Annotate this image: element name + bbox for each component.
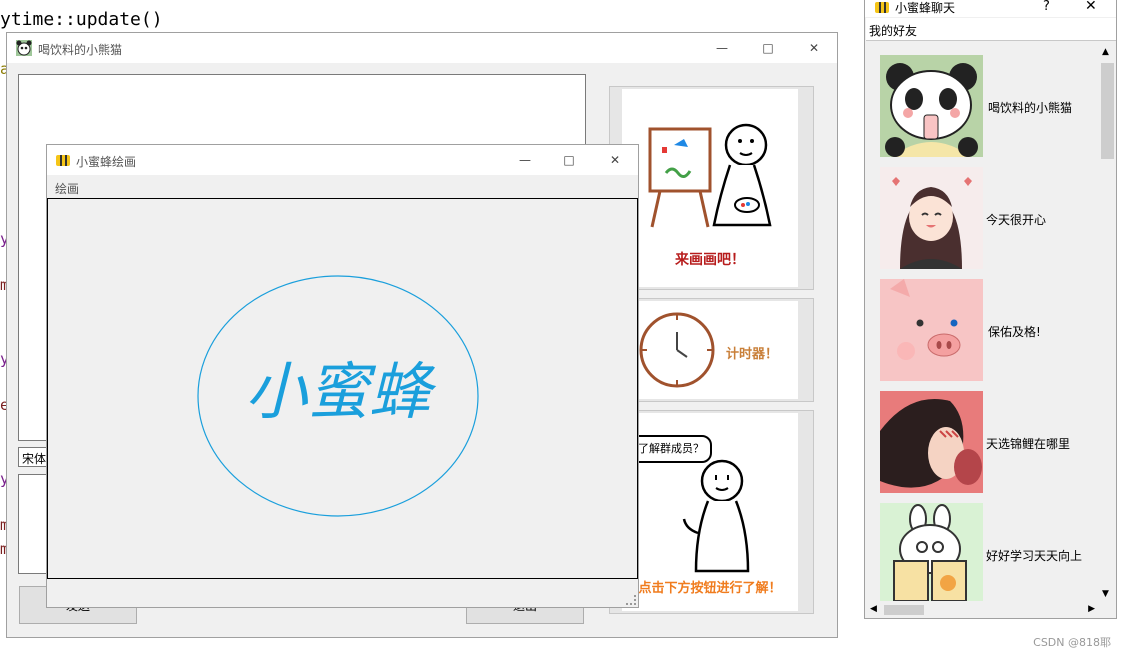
friends-header: 我的好友 [866, 18, 1116, 41]
vertical-scrollbar[interactable]: ▲ ▼ [1099, 45, 1116, 601]
panda-icon [16, 40, 32, 56]
koi-avatar [880, 391, 983, 493]
friend-item[interactable]: 今天很开心 [866, 167, 1099, 271]
girl-avatar [880, 167, 983, 269]
draw-card-caption: 来画画吧！ [675, 252, 745, 268]
friends-titlebar[interactable]: 小蜜蜂聊天 ? ✕ [865, 0, 1116, 17]
chat-titlebar[interactable]: 喝饮料的小熊猫 — □ ✕ [7, 33, 837, 63]
paint-canvas[interactable]: 小蜜蜂 [47, 198, 638, 579]
scroll-left-icon[interactable]: ◀ [870, 604, 877, 614]
bee-icon [55, 152, 71, 168]
bunny-avatar [880, 503, 983, 601]
paint-titlebar[interactable]: 小蜜蜂绘画 — □ ✕ [47, 145, 638, 175]
canvas-text: 小蜜蜂 [244, 355, 431, 428]
panda-avatar [880, 55, 983, 157]
scroll-right-icon[interactable]: ▶ [1088, 604, 1095, 614]
paint-maximize-button[interactable]: □ [546, 145, 592, 175]
scroll-thumb[interactable] [1101, 63, 1114, 159]
paint-close-button[interactable]: ✕ [592, 145, 638, 175]
timer-card-caption: 计时器！ [726, 347, 779, 362]
friend-name: 喝饮料的小熊猫 [988, 101, 1073, 115]
paint-minimize-button[interactable]: — [502, 145, 548, 175]
draw-card-image: 来画画吧！ [622, 89, 798, 287]
horizontal-scrollbar[interactable]: ◀ ▶ [866, 602, 1099, 618]
members-card-image: 想要了解群成员？ 点击下方按钮进行了解！ [622, 413, 798, 611]
bee-icon [874, 0, 890, 15]
paint-window: 小蜜蜂绘画 — □ ✕ 绘画 小蜜蜂 [46, 144, 639, 608]
members-card-caption: 点击下方按钮进行了解！ [638, 581, 782, 596]
friend-name: 好好学习天天向上 [986, 549, 1083, 563]
friend-name: 今天很开心 [986, 213, 1047, 227]
friends-header-label: 我的好友 [869, 24, 918, 38]
friend-item[interactable]: 天选锦鲤在哪里 [866, 391, 1099, 495]
scroll-up-icon[interactable]: ▲ [1102, 47, 1109, 57]
timer-card[interactable]: 计时器！ [609, 298, 814, 402]
scroll-down-icon[interactable]: ▼ [1102, 589, 1109, 599]
draw-card[interactable]: 来画画吧！ [609, 86, 814, 290]
timer-card-image: 计时器！ [622, 301, 798, 399]
friends-window-title: 小蜜蜂聊天 [895, 1, 956, 15]
resize-grip-icon[interactable] [626, 595, 636, 605]
close-button[interactable]: ✕ [791, 33, 837, 63]
code-line: ytime::update() [0, 9, 163, 30]
h-scroll-thumb[interactable] [884, 605, 924, 615]
paint-menu[interactable]: 绘画 [55, 180, 79, 197]
friend-item[interactable]: 喝饮料的小熊猫 [866, 55, 1099, 159]
members-card[interactable]: 想要了解群成员？ 点击下方按钮进行了解！ [609, 410, 814, 614]
friends-close-button[interactable]: ✕ [1085, 0, 1097, 14]
chat-window-title: 喝饮料的小熊猫 [38, 43, 123, 57]
friends-window: 小蜜蜂聊天 ? ✕ 我的好友 喝饮料的小熊猫 今天很开心 保佑及格! 天选锦鲤在… [864, 0, 1117, 619]
help-button[interactable]: ? [1043, 0, 1050, 14]
friend-name: 天选锦鲤在哪里 [986, 437, 1071, 451]
friend-name: 保佑及格! [988, 325, 1041, 339]
friend-item[interactable]: 保佑及格! [866, 279, 1099, 383]
paint-window-title: 小蜜蜂绘画 [76, 155, 137, 169]
friends-list[interactable]: 喝饮料的小熊猫 今天很开心 保佑及格! 天选锦鲤在哪里 好好学习天天向上 [866, 45, 1099, 601]
minimize-button[interactable]: — [699, 33, 745, 63]
maximize-button[interactable]: □ [745, 33, 791, 63]
font-select-value: 宋体 [22, 452, 47, 466]
watermark: CSDN @818耶 [1033, 636, 1111, 649]
friend-item[interactable]: 好好学习天天向上 [866, 503, 1099, 601]
clock-icon [639, 312, 715, 388]
code-text: ytime::update() [0, 9, 163, 30]
person-drawing-icon [682, 459, 750, 573]
pig-avatar [880, 279, 983, 381]
